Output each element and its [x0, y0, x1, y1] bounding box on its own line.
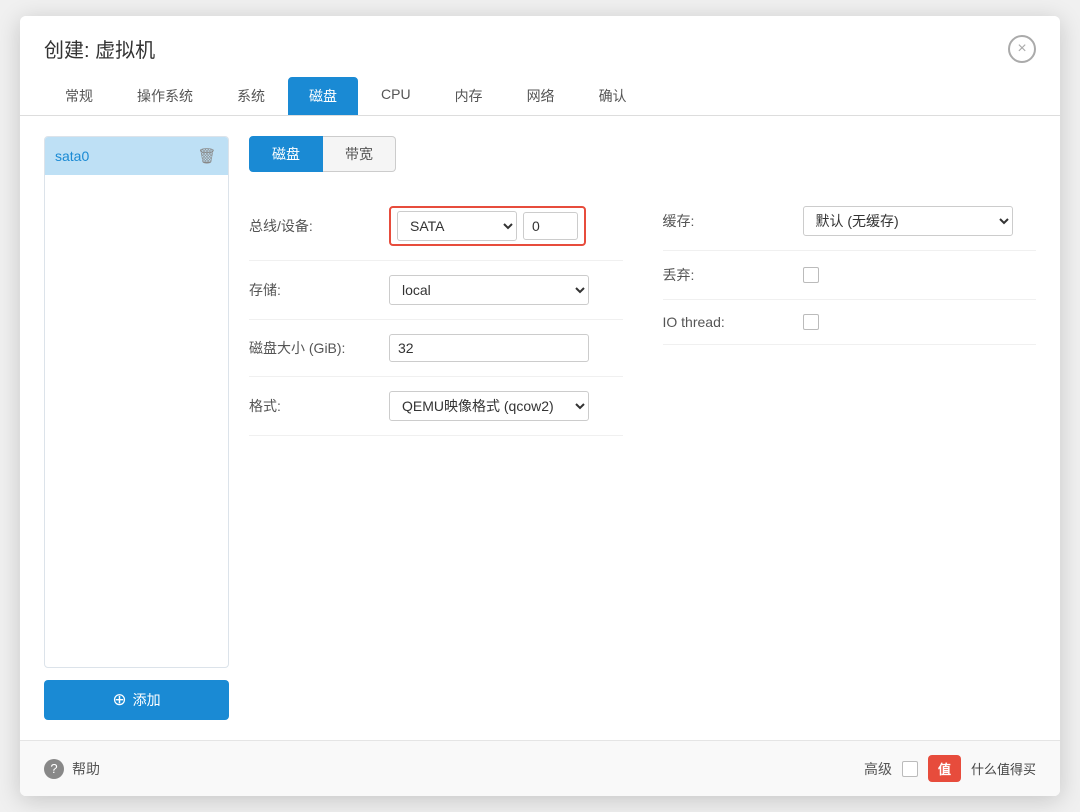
- size-row: 磁盘大小 (GiB):: [249, 320, 623, 377]
- io-thread-control-group: [803, 314, 1037, 330]
- disk-list: sata0 🗑: [44, 136, 229, 668]
- help-label: 帮助: [72, 759, 100, 779]
- tab-cpu[interactable]: CPU: [360, 77, 432, 115]
- dialog-body: sata0 🗑 ⊕ 添加 磁盘 带宽 总: [20, 116, 1060, 740]
- add-button-label: 添加: [133, 690, 161, 710]
- storage-control-group: local local-lvm: [389, 275, 623, 305]
- bus-control-group: IDE SATA SCSI VirtIO USB: [389, 206, 623, 246]
- tab-confirm[interactable]: 确认: [578, 77, 648, 115]
- format-row: 格式: QEMU映像格式 (qcow2) 原始磁盘映像 (raw) VMware…: [249, 377, 623, 436]
- discard-row: 丢弃:: [663, 251, 1037, 300]
- right-panel: 磁盘 带宽 总线/设备: IDE SATA: [249, 136, 1036, 720]
- format-select[interactable]: QEMU映像格式 (qcow2) 原始磁盘映像 (raw) VMware映像格式…: [389, 391, 589, 421]
- dialog-header: 创建: 虚拟机 ×: [20, 16, 1060, 63]
- tab-memory[interactable]: 内存: [434, 77, 504, 115]
- size-input[interactable]: [389, 334, 589, 362]
- io-thread-checkbox[interactable]: [803, 314, 819, 330]
- size-label: 磁盘大小 (GiB):: [249, 338, 379, 358]
- cache-control-group: 默认 (无缓存) 直接同步 仅写回 写回 不缓存: [803, 206, 1037, 236]
- tab-disk[interactable]: 磁盘: [288, 77, 358, 115]
- format-control-group: QEMU映像格式 (qcow2) 原始磁盘映像 (raw) VMware映像格式…: [389, 391, 623, 421]
- tab-system[interactable]: 系统: [216, 77, 286, 115]
- cache-label: 缓存:: [663, 211, 793, 231]
- advanced-label: 高级: [864, 759, 892, 779]
- bus-device-row: 总线/设备: IDE SATA SCSI VirtIO USB: [249, 192, 623, 261]
- form-left-col: 总线/设备: IDE SATA SCSI VirtIO USB: [249, 192, 623, 436]
- cache-row: 缓存: 默认 (无缓存) 直接同步 仅写回 写回 不缓存: [663, 192, 1037, 251]
- disk-item-label: sata0: [55, 148, 89, 164]
- format-label: 格式:: [249, 396, 379, 416]
- brand-badge: 值: [928, 755, 961, 782]
- io-thread-label: IO thread:: [663, 314, 793, 330]
- sub-tabs: 磁盘 带宽: [249, 136, 1036, 172]
- add-icon: ⊕: [112, 690, 126, 710]
- form-right-col: 缓存: 默认 (无缓存) 直接同步 仅写回 写回 不缓存: [663, 192, 1037, 436]
- discard-label: 丢弃:: [663, 265, 793, 285]
- bus-label: 总线/设备:: [249, 216, 379, 236]
- create-vm-dialog: 创建: 虚拟机 × 常规 操作系统 系统 磁盘 CPU 内存 网络 确认 sat…: [20, 16, 1060, 796]
- discard-checkbox[interactable]: [803, 267, 819, 283]
- left-panel: sata0 🗑 ⊕ 添加: [44, 136, 229, 720]
- bus-select[interactable]: IDE SATA SCSI VirtIO USB: [397, 211, 517, 241]
- add-disk-button[interactable]: ⊕ 添加: [44, 680, 229, 720]
- sub-tab-bandwidth[interactable]: 带宽: [323, 136, 396, 172]
- help-icon[interactable]: ?: [44, 759, 64, 779]
- nav-tabs: 常规 操作系统 系统 磁盘 CPU 内存 网络 确认: [20, 63, 1060, 116]
- discard-control-group: [803, 267, 1037, 283]
- advanced-checkbox[interactable]: [902, 761, 918, 777]
- cache-select[interactable]: 默认 (无缓存) 直接同步 仅写回 写回 不缓存: [803, 206, 1013, 236]
- close-button[interactable]: ×: [1008, 35, 1036, 63]
- disk-delete-icon[interactable]: 🗑: [196, 145, 218, 167]
- brand-text: 什么值得买: [971, 759, 1036, 778]
- footer-right: 高级 值 什么值得买: [864, 755, 1036, 782]
- device-input[interactable]: [523, 212, 578, 240]
- size-control-group: [389, 334, 623, 362]
- io-thread-row: IO thread:: [663, 300, 1037, 345]
- footer-left: ? 帮助: [44, 759, 100, 779]
- storage-select[interactable]: local local-lvm: [389, 275, 589, 305]
- disk-item-sata0[interactable]: sata0 🗑: [45, 137, 228, 175]
- tab-general[interactable]: 常规: [44, 77, 114, 115]
- storage-row: 存储: local local-lvm: [249, 261, 623, 320]
- dialog-footer: ? 帮助 高级 值 什么值得买: [20, 740, 1060, 796]
- storage-label: 存储:: [249, 280, 379, 300]
- sub-tab-disk[interactable]: 磁盘: [249, 136, 323, 172]
- form-grid: 总线/设备: IDE SATA SCSI VirtIO USB: [249, 192, 1036, 436]
- tab-network[interactable]: 网络: [506, 77, 576, 115]
- dialog-title: 创建: 虚拟机: [44, 34, 155, 63]
- tab-os[interactable]: 操作系统: [116, 77, 214, 115]
- bus-device-highlight: IDE SATA SCSI VirtIO USB: [389, 206, 586, 246]
